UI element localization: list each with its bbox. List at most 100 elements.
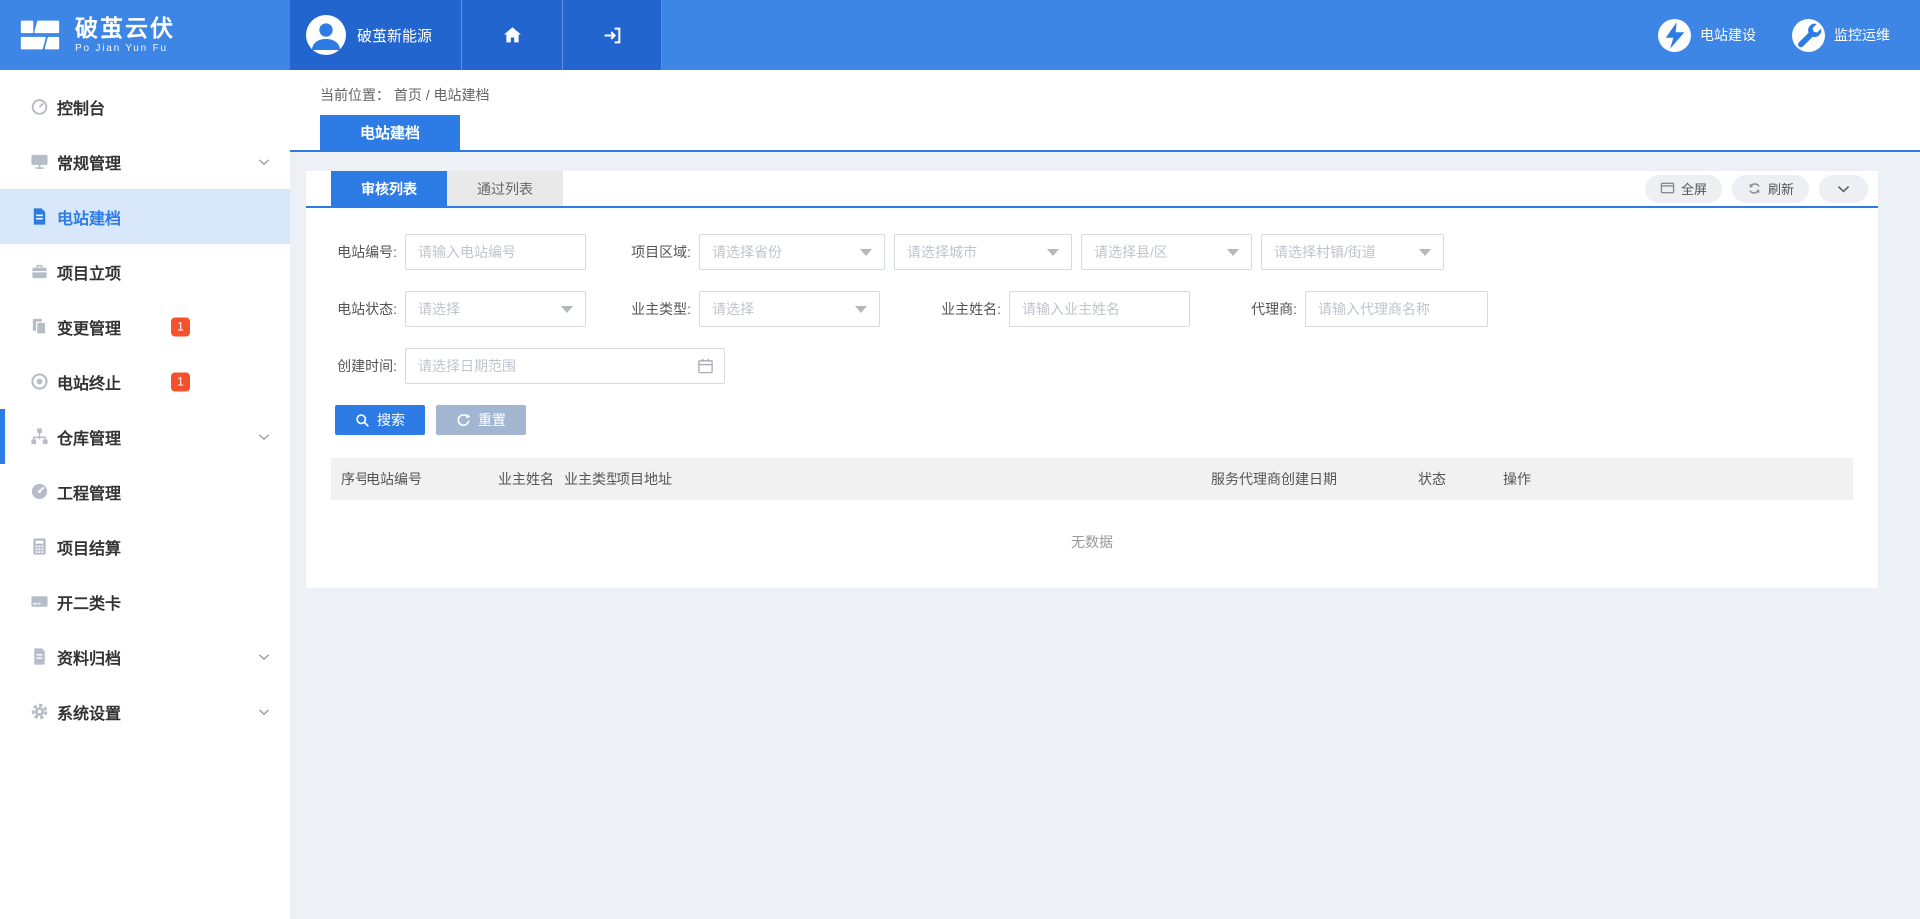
col-index: 序号 (341, 469, 366, 489)
reset-label: 重置 (478, 410, 506, 430)
tab-bar: 审核列表 通过列表 全屏 刷新 (306, 171, 1878, 208)
owner-type-label: 业主类型: (625, 299, 699, 319)
chevron-down-icon (1419, 249, 1431, 256)
home-button[interactable] (461, 0, 562, 70)
sidebar-item-station-archive[interactable]: 电站建档 (0, 189, 290, 244)
sidebar-item-label: 项目立项 (57, 260, 121, 284)
sidebar: 控制台 常规管理 电站建档 项目立项 变更管理 1 电站终止 1 (0, 70, 290, 919)
sidebar-scroll-indicator[interactable] (0, 409, 5, 464)
sidebar-item-general-management[interactable]: 常规管理 (0, 134, 290, 189)
col-status: 状态 (1418, 469, 1503, 489)
chevron-down-icon (258, 653, 270, 660)
collapse-button[interactable] (1819, 175, 1868, 203)
breadcrumb-strip: 当前位置： 首页 / 电站建档 电站建档 (290, 70, 1920, 150)
reset-icon (456, 413, 471, 428)
agent-input[interactable] (1305, 291, 1488, 327)
refresh-button[interactable]: 刷新 (1732, 175, 1809, 203)
tab-approved-list[interactable]: 通过列表 (447, 171, 563, 206)
col-actions: 操作 (1503, 469, 1853, 489)
district-select[interactable]: 请选择县/区 (1081, 234, 1252, 270)
card-icon (29, 592, 49, 612)
briefcase-icon (29, 262, 49, 282)
col-service-agent: 服务代理商 (1211, 469, 1281, 489)
refresh-icon (1747, 181, 1762, 196)
created-time-label: 创建时间: (331, 356, 405, 376)
date-range-input[interactable] (405, 348, 725, 384)
notification-badge: 1 (171, 317, 190, 336)
sidebar-item-project-initiation[interactable]: 项目立项 (0, 244, 290, 299)
fullscreen-icon (1660, 181, 1675, 196)
chevron-down-icon (860, 249, 872, 256)
date-range-picker[interactable] (405, 348, 725, 384)
search-icon (355, 413, 370, 428)
refresh-label: 刷新 (1768, 179, 1794, 198)
sidebar-item-data-archive[interactable]: 资料归档 (0, 629, 290, 684)
module-station-construction[interactable]: 电站建设 (1658, 19, 1756, 52)
main-area: 当前位置： 首页 / 电站建档 电站建档 审核列表 通过列表 全屏 (290, 70, 1920, 919)
town-select[interactable]: 请选择村镇/街道 (1261, 234, 1444, 270)
bolt-icon (1658, 19, 1691, 52)
tab-review-list[interactable]: 审核列表 (331, 171, 447, 206)
sidebar-item-station-termination[interactable]: 电站终止 1 (0, 354, 290, 409)
monitor-icon (29, 152, 49, 172)
sidebar-item-engineering-management[interactable]: 工程管理 (0, 464, 290, 519)
document-icon (29, 207, 49, 227)
company-name: 破茧新能源 (357, 25, 432, 46)
col-project-address: 项目地址 (616, 469, 1211, 489)
sidebar-item-warehouse-management[interactable]: 仓库管理 (0, 409, 290, 464)
breadcrumb-prefix: 当前位置： (320, 87, 390, 103)
station-status-select[interactable]: 请选择 (405, 291, 586, 327)
fullscreen-button[interactable]: 全屏 (1645, 175, 1722, 203)
logout-button[interactable] (562, 0, 662, 70)
owner-type-select[interactable]: 请选择 (699, 291, 880, 327)
gear-icon (29, 702, 49, 722)
user-account[interactable]: 破茧新能源 (290, 0, 461, 70)
fullscreen-label: 全屏 (1681, 179, 1707, 198)
page-tab-station-archive[interactable]: 电站建档 (320, 115, 460, 150)
reset-button[interactable]: 重置 (436, 405, 526, 435)
archive-icon (29, 647, 49, 667)
module-label: 监控运维 (1834, 25, 1890, 45)
city-placeholder: 请选择城市 (907, 242, 977, 262)
module-switcher: 电站建设 监控运维 (1658, 0, 1890, 70)
panel: 审核列表 通过列表 全屏 刷新 (306, 171, 1878, 588)
filter-actions: 搜索 重置 (331, 405, 1878, 435)
sidebar-item-type2-card[interactable]: 开二类卡 (0, 574, 290, 629)
module-label: 电站建设 (1700, 25, 1756, 45)
owner-name-label: 业主姓名: (935, 299, 1009, 319)
sidebar-item-label: 控制台 (57, 95, 105, 119)
gauge-icon (29, 482, 49, 502)
col-owner-type: 业主类型 (564, 469, 616, 489)
logo-text: 破茧云伏 Po Jian Yun Fu (75, 16, 175, 54)
province-select[interactable]: 请选择省份 (699, 234, 885, 270)
user-avatar-icon (306, 15, 346, 55)
sidebar-item-project-settlement[interactable]: 项目结算 (0, 519, 290, 574)
chevron-down-icon (1227, 249, 1239, 256)
station-no-input[interactable] (405, 234, 586, 270)
table-empty-state: 无数据 (306, 500, 1878, 584)
search-button[interactable]: 搜索 (335, 405, 425, 435)
app-logo: 破茧云伏 Po Jian Yun Fu (0, 0, 290, 70)
sidebar-item-label: 资料归档 (57, 645, 121, 669)
status-placeholder: 请选择 (418, 299, 460, 319)
owner-name-input[interactable] (1009, 291, 1190, 327)
sidebar-item-label: 常规管理 (57, 150, 121, 174)
sidebar-item-label: 工程管理 (57, 480, 121, 504)
town-placeholder: 请选择村镇/街道 (1274, 242, 1376, 262)
chevron-down-icon (258, 433, 270, 440)
sidebar-item-label: 仓库管理 (57, 425, 121, 449)
sidebar-item-change-management[interactable]: 变更管理 1 (0, 299, 290, 354)
agent-label: 代理商: (1239, 299, 1305, 319)
province-placeholder: 请选择省份 (712, 242, 782, 262)
station-no-label: 电站编号: (331, 242, 405, 262)
notification-badge: 1 (171, 372, 190, 391)
sidebar-item-label: 开二类卡 (57, 590, 121, 614)
chevron-down-icon (855, 306, 867, 313)
city-select[interactable]: 请选择城市 (894, 234, 1072, 270)
topbar-spacer (662, 0, 1658, 70)
sidebar-item-system-settings[interactable]: 系统设置 (0, 684, 290, 739)
sidebar-item-label: 项目结算 (57, 535, 121, 559)
sidebar-item-console[interactable]: 控制台 (0, 79, 290, 134)
app-subtitle: Po Jian Yun Fu (75, 43, 175, 54)
module-monitoring-ops[interactable]: 监控运维 (1792, 19, 1890, 52)
